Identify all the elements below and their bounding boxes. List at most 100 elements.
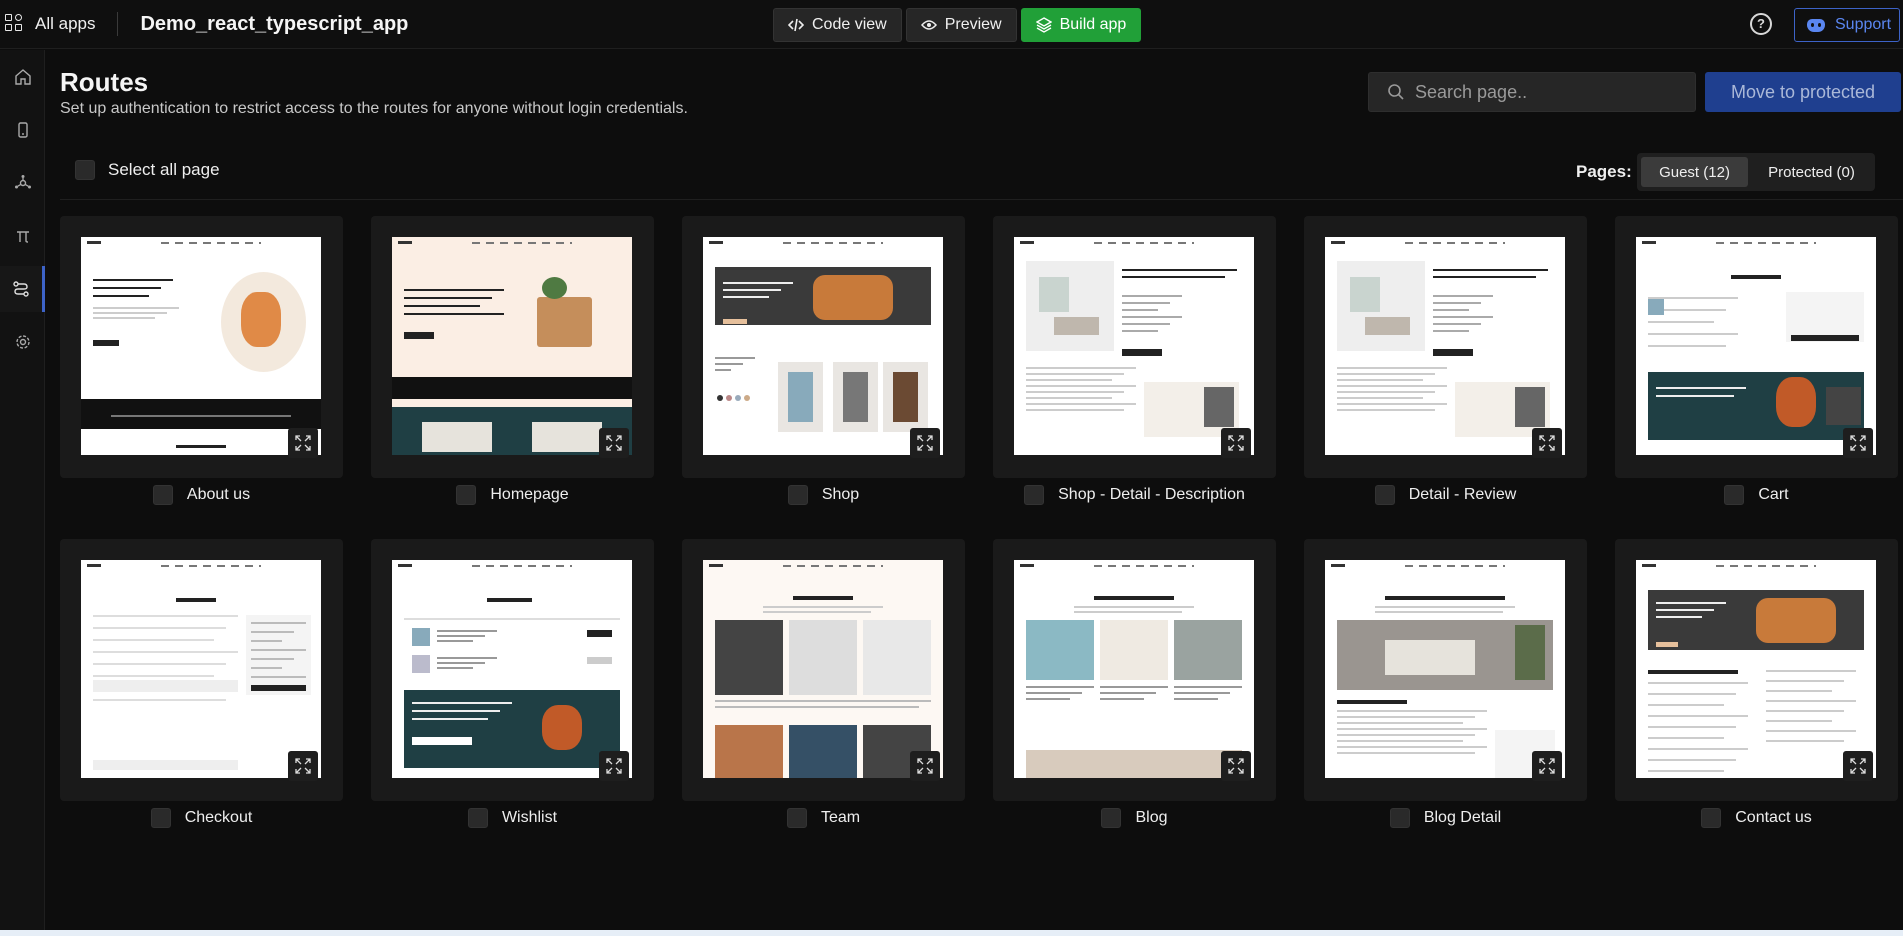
expand-icon[interactable]	[910, 751, 940, 781]
bottom-strip	[0, 930, 1903, 936]
page-card[interactable]: Cart	[1615, 216, 1898, 505]
sidebar-item-device[interactable]	[0, 107, 45, 153]
page-card[interactable]: Wishlist	[371, 539, 654, 828]
tab-guest[interactable]: Guest (12)	[1641, 157, 1749, 187]
eye-icon	[920, 20, 937, 30]
page-label-row: Detail - Review	[1304, 485, 1587, 505]
page-label-row: Team	[682, 808, 965, 828]
page-card[interactable]: Blog	[993, 539, 1276, 828]
sidebar-item-settings[interactable]	[0, 319, 45, 365]
page-name: Blog Detail	[1423, 809, 1502, 826]
build-app-button[interactable]: Build app	[1020, 8, 1142, 42]
expand-icon[interactable]	[1221, 751, 1251, 781]
search-box[interactable]	[1368, 72, 1696, 112]
page-card[interactable]: Contact us	[1615, 539, 1898, 828]
page-thumbnail	[703, 560, 943, 778]
page-thumbnail	[81, 560, 321, 778]
page-card[interactable]: Blog Detail	[1304, 539, 1587, 828]
page-card[interactable]: Shop	[682, 216, 965, 505]
page-name: Contact us	[1735, 809, 1812, 826]
mobile-icon	[17, 122, 28, 138]
expand-icon[interactable]	[599, 428, 629, 458]
page-card[interactable]: About us	[60, 216, 343, 505]
page-name: Team	[820, 809, 861, 826]
expand-icon[interactable]	[1221, 428, 1251, 458]
help-icon[interactable]: ?	[1750, 13, 1772, 35]
page-checkbox[interactable]	[150, 808, 171, 828]
sidebar-item-typography[interactable]	[0, 213, 45, 259]
code-view-button[interactable]: Code view	[773, 8, 902, 42]
page-label-row: Contact us	[1615, 808, 1898, 828]
page-checkbox[interactable]	[152, 485, 173, 505]
page-checkbox[interactable]	[787, 485, 808, 505]
sidebar-item-home[interactable]	[0, 54, 45, 100]
page-name: Cart	[1758, 486, 1789, 503]
page-checkbox[interactable]	[1101, 808, 1122, 828]
sidebar-item-routes[interactable]	[0, 266, 45, 312]
page-checkbox[interactable]	[1724, 485, 1745, 505]
expand-icon[interactable]	[910, 428, 940, 458]
page-name: Wishlist	[501, 809, 558, 826]
sidebar-item-integrations[interactable]	[0, 160, 45, 206]
search-input[interactable]	[1415, 81, 1685, 103]
select-all[interactable]: Select all page	[75, 160, 220, 180]
page-label-row: Shop	[682, 485, 965, 505]
tab-protected[interactable]: Protected (0)	[1752, 157, 1871, 187]
page-thumbnail	[392, 560, 632, 778]
page-checkbox[interactable]	[456, 485, 477, 505]
expand-icon[interactable]	[599, 751, 629, 781]
expand-icon[interactable]	[1843, 751, 1873, 781]
page-name: Detail - Review	[1408, 486, 1517, 503]
layers-icon	[1035, 17, 1052, 33]
page-title: Routes	[60, 67, 149, 97]
pi-icon	[16, 231, 29, 243]
page-thumbnail	[1325, 560, 1565, 778]
select-all-checkbox[interactable]	[75, 160, 95, 180]
page-thumbnail	[703, 237, 943, 455]
expand-icon[interactable]	[1843, 428, 1873, 458]
page-card[interactable]: Team	[682, 539, 965, 828]
page-checkbox[interactable]	[1701, 808, 1722, 828]
support-label: Support	[1835, 16, 1892, 33]
expand-icon[interactable]	[1532, 751, 1562, 781]
home-icon	[14, 69, 31, 85]
page-card[interactable]: Detail - Review	[1304, 216, 1587, 505]
page-checkbox[interactable]	[1374, 485, 1395, 505]
search-icon	[1388, 84, 1404, 100]
page-label-row: Cart	[1615, 485, 1898, 505]
divider	[60, 199, 1903, 200]
sidebar	[0, 50, 45, 936]
all-apps-button[interactable]: All apps	[5, 14, 95, 34]
page-thumbnail	[1014, 560, 1254, 778]
top-bar: All apps Demo_react_typescript_app Code …	[0, 0, 1903, 49]
move-to-protected-button[interactable]: Move to protected	[1705, 72, 1901, 112]
build-app-label: Build app	[1059, 16, 1127, 33]
expand-icon[interactable]	[1532, 428, 1562, 458]
page-label-row: Wishlist	[371, 808, 654, 828]
page-checkbox[interactable]	[1389, 808, 1410, 828]
code-view-label: Code view	[812, 16, 887, 33]
discord-icon	[1807, 18, 1825, 32]
page-thumbnail	[81, 237, 321, 455]
page-checkbox[interactable]	[1024, 485, 1045, 505]
page-card[interactable]: Checkout	[60, 539, 343, 828]
page-checkbox[interactable]	[467, 808, 488, 828]
page-label-row: Checkout	[60, 808, 343, 828]
support-button[interactable]: Support	[1794, 8, 1900, 42]
code-icon	[788, 18, 804, 32]
expand-icon[interactable]	[288, 428, 318, 458]
page-thumbnail	[1014, 237, 1254, 455]
pages-toggle: Guest (12) Protected (0)	[1637, 153, 1875, 191]
page-checkbox[interactable]	[786, 808, 807, 828]
page-card[interactable]: Shop - Detail - Description	[993, 216, 1276, 505]
page-label-row: Blog	[993, 808, 1276, 828]
expand-icon[interactable]	[288, 751, 318, 781]
page-card[interactable]: Homepage	[371, 216, 654, 505]
select-all-label: Select all page	[108, 160, 220, 179]
pages-label: Pages:	[1576, 162, 1632, 181]
preview-button[interactable]: Preview	[905, 8, 1017, 42]
page-thumbnail	[1636, 237, 1876, 455]
page-name: Shop - Detail - Description	[1058, 486, 1245, 503]
gear-icon	[15, 335, 30, 349]
page-name: Shop	[821, 486, 860, 503]
